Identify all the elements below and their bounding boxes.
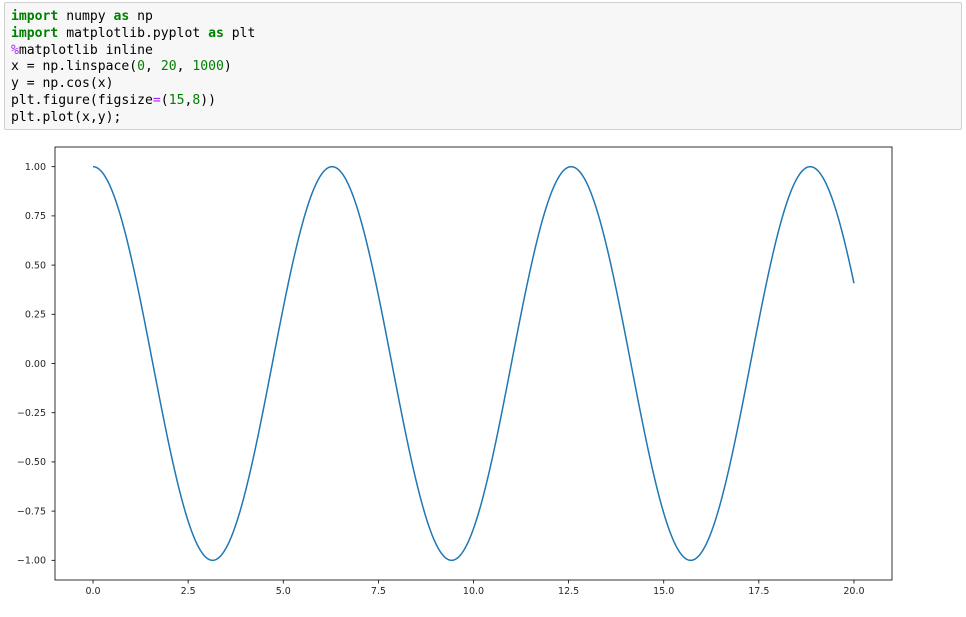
code-token: plt.plot(x,y); — [11, 109, 122, 125]
cell-output: 0.0 2.5 5.0 7.5 10.0 12.5 15.0 17.5 20.0 1.00 0.7… — [0, 134, 966, 617]
x-tick-label: 20.0 — [843, 586, 864, 597]
code-token: )) — [200, 92, 217, 108]
code-token: ( — [160, 92, 169, 108]
code-token: plt.figure(figsize — [11, 92, 153, 108]
code-token: ) — [223, 59, 232, 75]
y-tick-label: 0.75 — [25, 211, 46, 222]
code-cell[interactable]: import numpy as np import matplotlib.pypl… — [4, 2, 962, 130]
code-editor[interactable]: import numpy as np import matplotlib.pypl… — [11, 9, 255, 127]
code-token: import — [11, 25, 59, 41]
code-token: , — [176, 59, 193, 75]
y-tick-label: 0.25 — [25, 310, 46, 321]
plot-frame — [54, 146, 893, 581]
code-line: plt.plot(x,y); — [11, 110, 255, 127]
code-token: matplotlib inline — [18, 42, 153, 58]
x-tick-label: 7.5 — [371, 586, 386, 597]
x-tick-label: 15.0 — [653, 586, 674, 597]
y-tick-label: −0.25 — [17, 408, 46, 419]
notebook-page: import numpy as np import matplotlib.pypl… — [0, 0, 966, 617]
code-token: 0 — [137, 59, 146, 75]
x-tick-label: 0.0 — [85, 586, 100, 597]
x-tick-label: 17.5 — [748, 586, 769, 597]
y-axis: 1.00 0.75 0.50 0.25 0.00 −0.25 −0.50 −0.75 −1.00 — [17, 162, 55, 567]
code-token: 1000 — [192, 59, 224, 75]
y-tick-label: 0.50 — [25, 260, 46, 271]
code-line: x = np.linspace(0, 20, 1000) — [11, 59, 255, 76]
code-token: np — [129, 9, 153, 24]
x-tick-label: 2.5 — [181, 586, 196, 597]
y-tick-label: −1.00 — [17, 556, 46, 567]
code-line: plt.figure(figsize=(15,8)) — [11, 93, 255, 110]
code-token: = — [152, 92, 161, 108]
line-chart: 0.0 2.5 5.0 7.5 10.0 12.5 15.0 17.5 20.0 1.00 0.7… — [17, 146, 893, 597]
code-token: import — [11, 9, 59, 24]
x-axis: 0.0 2.5 5.0 7.5 10.0 12.5 15.0 17.5 20.0 — [85, 580, 865, 597]
code-token: as — [113, 9, 130, 24]
code-line: import numpy as np — [11, 9, 255, 26]
code-line: y = np.cos(x) — [11, 76, 255, 93]
code-token: plt — [223, 25, 256, 41]
y-tick-label: 1.00 — [25, 162, 46, 173]
code-token: 20 — [160, 59, 177, 75]
y-tick-label: 0.00 — [25, 359, 46, 370]
x-tick-label: 12.5 — [558, 586, 579, 597]
code-token: % — [11, 42, 19, 58]
code-token: numpy — [58, 9, 114, 24]
code-token: 15 — [168, 92, 185, 108]
x-tick-label: 10.0 — [463, 586, 484, 597]
code-token: , — [145, 59, 161, 75]
code-line: import matplotlib.pyplot as plt — [11, 26, 255, 43]
code-token: matplotlib.pyplot — [58, 25, 209, 41]
y-tick-label: −0.75 — [17, 506, 46, 517]
code-token: as — [208, 25, 224, 41]
y-tick-label: −0.50 — [17, 457, 46, 468]
code-line: %matplotlib inline — [11, 43, 255, 60]
code-token: x = np.linspace( — [11, 59, 138, 75]
code-token: y = np.cos(x) — [11, 76, 114, 92]
x-tick-label: 5.0 — [276, 586, 291, 597]
